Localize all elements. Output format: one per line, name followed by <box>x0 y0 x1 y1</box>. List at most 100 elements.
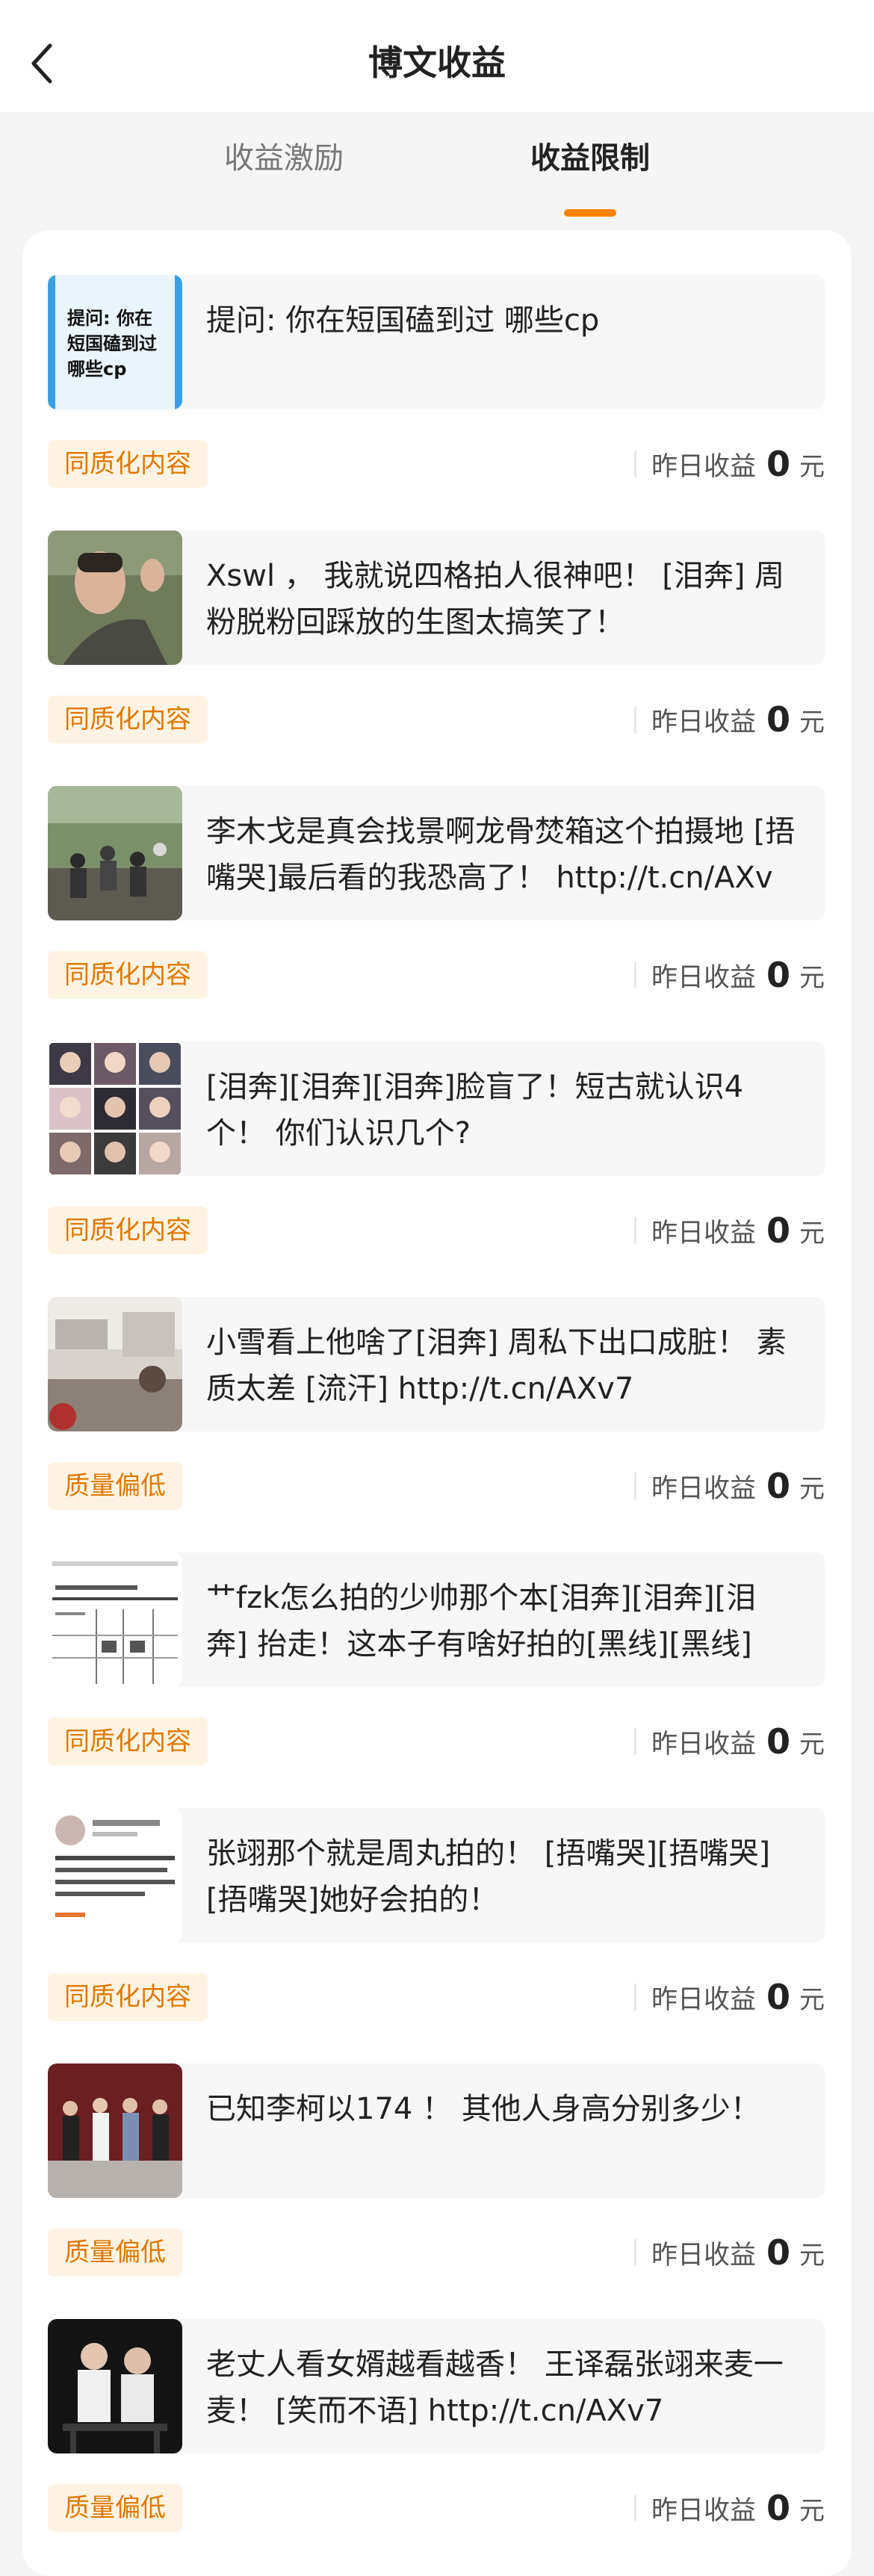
earnings-label: 昨日收益 <box>651 707 756 737</box>
earnings-label: 昨日收益 <box>651 2240 756 2270</box>
yesterday-earnings: 昨日收益 0 元 <box>633 1718 825 1765</box>
earnings-label: 昨日收益 <box>651 1218 756 1248</box>
restriction-tag: 同质化内容 <box>48 1973 208 2021</box>
post-preview[interactable]: [泪奔][泪奔][泪奔]脸盲了！短古就认识4个！ 你们认识几个? <box>48 1041 825 1176</box>
post-thumbnail <box>48 1041 182 1176</box>
earnings-value: 0 <box>766 1721 790 1762</box>
currency-unit: 元 <box>799 1218 825 1248</box>
earnings-label: 昨日收益 <box>651 451 756 482</box>
post-item[interactable]: 提问: 你在 短国磕到过 哪些cp 提问: 你在短国磕到过 哪些cp 同质化内容… <box>48 275 825 527</box>
post-item[interactable]: [泪奔][泪奔][泪奔]脸盲了！短古就认识4个！ 你们认识几个? 同质化内容 昨… <box>48 1041 825 1294</box>
divider <box>633 2495 636 2521</box>
post-item[interactable]: 张翊那个就是周丸拍的！ [捂嘴哭][捂嘴哭][捂嘴哭]她好会拍的！ 同质化内容 … <box>48 1808 825 2061</box>
currency-unit: 元 <box>799 1729 825 1759</box>
restriction-tag: 质量偏低 <box>48 1462 182 1510</box>
earnings-label: 昨日收益 <box>651 962 756 993</box>
post-text: [泪奔][泪奔][泪奔]脸盲了！短古就认识4个！ 你们认识几个? <box>206 1070 744 1151</box>
earnings-label: 昨日收益 <box>651 1729 756 1759</box>
tab-income-incentive[interactable]: 收益激励 <box>172 134 396 182</box>
post-text: 老丈人看女婿越看越香！ 王译磊张翊来麦一麦！ [笑而不语] http://t.c… <box>206 2347 784 2428</box>
restriction-tag: 同质化内容 <box>48 440 208 488</box>
yesterday-earnings: 昨日收益 0 元 <box>633 1973 825 2021</box>
post-thumbnail <box>48 1808 182 1942</box>
restriction-tag: 同质化内容 <box>48 1718 208 1765</box>
earnings-value: 0 <box>766 1977 790 2017</box>
yesterday-earnings: 昨日收益 0 元 <box>633 2484 825 2532</box>
post-preview[interactable]: 已知李柯以174 ！ 其他人身高分别多少！ <box>48 2063 825 2198</box>
divider <box>633 706 636 733</box>
currency-unit: 元 <box>799 707 825 737</box>
earnings-value: 0 <box>766 2232 790 2273</box>
yesterday-earnings: 昨日收益 0 元 <box>633 951 825 999</box>
earnings-value: 0 <box>766 1210 790 1251</box>
post-text: 小雪看上他啥了[泪奔] 周私下出口成脏！ 素质太差 [流汗] http://t.… <box>206 1325 787 1406</box>
divider <box>633 1984 636 2010</box>
post-item[interactable]: 李木戈是真会找景啊龙骨焚箱这个拍摄地 [捂嘴哭]最后看的我恐高了！ http:/… <box>48 786 825 1038</box>
post-thumbnail <box>48 530 182 665</box>
currency-unit: 元 <box>799 1984 825 2015</box>
nav-bar: 博文收益 <box>0 0 874 112</box>
post-text: 已知李柯以174 ！ 其他人身高分别多少！ <box>206 2092 760 2126</box>
thumb-caption-line: 提问: 你在 <box>67 308 152 329</box>
post-text: Xswl ， 我就说四格拍人很神吧！ [泪奔] 周粉脱粉回踩放的生图太搞笑了！ <box>206 559 785 640</box>
divider <box>633 1473 636 1499</box>
earnings-label: 昨日收益 <box>651 1984 756 2015</box>
earnings-value: 0 <box>766 444 790 484</box>
tab-income-restriction[interactable]: 收益限制 <box>478 134 702 217</box>
restriction-tag: 质量偏低 <box>48 2229 182 2276</box>
thumb-caption-line: 哪些cp <box>67 359 126 380</box>
post-item[interactable]: 老丈人看女婿越看越香！ 王译磊张翊来麦一麦！ [笑而不语] http://t.c… <box>48 2319 825 2572</box>
yesterday-earnings: 昨日收益 0 元 <box>633 696 825 743</box>
post-thumbnail <box>48 786 182 920</box>
active-tab-indicator <box>564 209 616 217</box>
post-thumbnail <box>48 1297 182 1431</box>
divider <box>633 451 636 477</box>
post-preview[interactable]: 艹fzk怎么拍的少帅那个本[泪奔][泪奔][泪奔] 抬走！这本子有啥好拍的[黑线… <box>48 1552 825 1687</box>
post-thumbnail: 提问: 你在 短国磕到过 哪些cp <box>48 275 182 409</box>
yesterday-earnings: 昨日收益 0 元 <box>633 1462 825 1510</box>
earnings-value: 0 <box>766 1466 790 1506</box>
post-thumbnail <box>48 2063 182 2198</box>
thumb-caption-line: 短国磕到过 <box>67 333 157 354</box>
post-text: 张翊那个就是周丸拍的！ [捂嘴哭][捂嘴哭][捂嘴哭]她好会拍的！ <box>206 1836 771 1917</box>
restriction-tag: 同质化内容 <box>48 951 208 999</box>
post-text: 李木戈是真会找景啊龙骨焚箱这个拍摄地 [捂嘴哭]最后看的我恐高了！ http:/… <box>206 814 796 895</box>
currency-unit: 元 <box>799 451 825 482</box>
earnings-value: 0 <box>766 955 790 995</box>
post-preview[interactable]: Xswl ， 我就说四格拍人很神吧！ [泪奔] 周粉脱粉回踩放的生图太搞笑了！ <box>48 530 825 665</box>
restriction-tag: 同质化内容 <box>48 1207 208 1254</box>
yesterday-earnings: 昨日收益 0 元 <box>633 1207 825 1254</box>
earnings-label: 昨日收益 <box>651 2495 756 2526</box>
post-item[interactable]: 艹fzk怎么拍的少帅那个本[泪奔][泪奔][泪奔] 抬走！这本子有啥好拍的[黑线… <box>48 1552 825 1805</box>
divider <box>633 1217 636 1244</box>
post-item[interactable]: 已知李柯以174 ！ 其他人身高分别多少！ 质量偏低 昨日收益 0 元 <box>48 2063 825 2316</box>
tab-bar: 收益激励 收益限制 <box>0 112 874 217</box>
divider <box>633 2239 636 2266</box>
post-preview[interactable]: 小雪看上他啥了[泪奔] 周私下出口成脏！ 素质太差 [流汗] http://t.… <box>48 1297 825 1431</box>
yesterday-earnings: 昨日收益 0 元 <box>633 440 825 488</box>
post-preview[interactable]: 张翊那个就是周丸拍的！ [捂嘴哭][捂嘴哭][捂嘴哭]她好会拍的！ <box>48 1808 825 1942</box>
post-list-card: 提问: 你在 短国磕到过 哪些cp 提问: 你在短国磕到过 哪些cp 同质化内容… <box>22 230 852 2576</box>
post-preview[interactable]: 提问: 你在 短国磕到过 哪些cp 提问: 你在短国磕到过 哪些cp <box>48 275 825 409</box>
divider <box>633 962 636 988</box>
yesterday-earnings: 昨日收益 0 元 <box>633 2229 825 2276</box>
earnings-label: 昨日收益 <box>651 1473 756 1504</box>
currency-unit: 元 <box>799 2240 825 2270</box>
post-item[interactable]: 小雪看上他啥了[泪奔] 周私下出口成脏！ 素质太差 [流汗] http://t.… <box>48 1297 825 1549</box>
currency-unit: 元 <box>799 1473 825 1504</box>
post-text: 提问: 你在短国磕到过 哪些cp <box>206 303 600 338</box>
post-preview[interactable]: 老丈人看女婿越看越香！ 王译磊张翊来麦一麦！ [笑而不语] http://t.c… <box>48 2319 825 2453</box>
divider <box>633 1728 636 1755</box>
page-title: 博文收益 <box>368 43 506 83</box>
tab-income-restriction-label: 收益限制 <box>530 141 650 176</box>
currency-unit: 元 <box>799 2495 825 2526</box>
earnings-value: 0 <box>766 2488 790 2528</box>
post-thumbnail <box>48 1552 182 1687</box>
post-item[interactable]: Xswl ， 我就说四格拍人很神吧！ [泪奔] 周粉脱粉回踩放的生图太搞笑了！ … <box>48 530 825 783</box>
restriction-tag: 同质化内容 <box>48 696 208 743</box>
post-thumbnail <box>48 2319 182 2453</box>
post-preview[interactable]: 李木戈是真会找景啊龙骨焚箱这个拍摄地 [捂嘴哭]最后看的我恐高了！ http:/… <box>48 786 825 920</box>
restriction-tag: 质量偏低 <box>48 2484 182 2532</box>
earnings-value: 0 <box>766 699 790 740</box>
post-text: 艹fzk怎么拍的少帅那个本[泪奔][泪奔][泪奔] 抬走！这本子有啥好拍的[黑线… <box>206 1581 757 1662</box>
